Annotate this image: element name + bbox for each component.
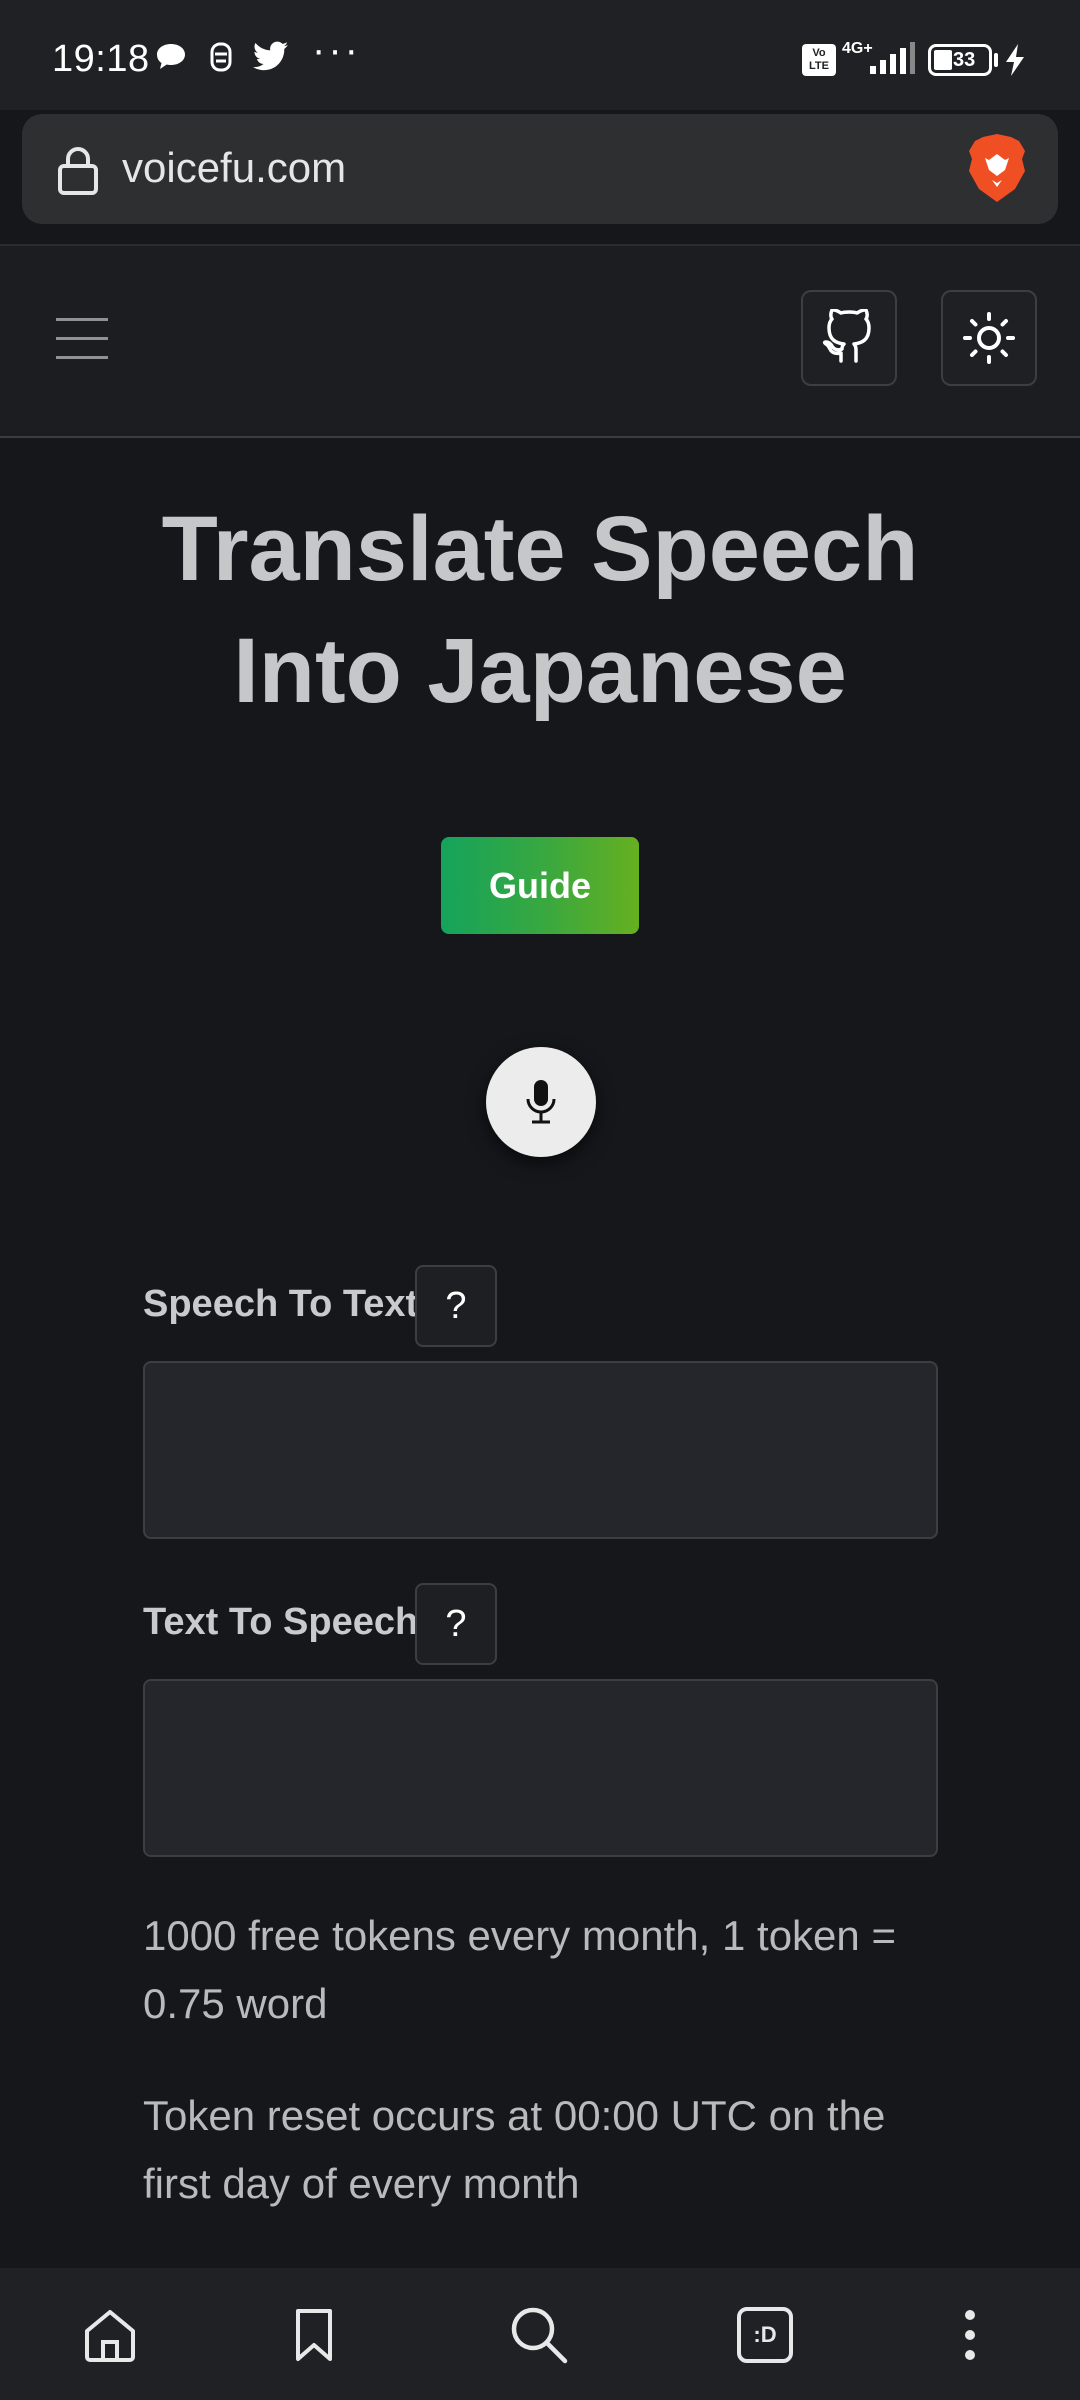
battery-icon: 33: [928, 44, 992, 76]
search-button[interactable]: [504, 2300, 574, 2370]
text-to-speech-field[interactable]: [143, 1679, 938, 1857]
battery-tip: [994, 53, 998, 67]
signal-icon: [870, 42, 915, 74]
bot-icon: [210, 42, 232, 72]
site-header: [0, 246, 1080, 438]
github-icon: [822, 309, 871, 363]
menu-icon[interactable]: [56, 318, 108, 359]
more-menu-button[interactable]: [935, 2300, 1005, 2370]
home-button[interactable]: [75, 2300, 145, 2370]
bookmarks-button[interactable]: [279, 2300, 349, 2370]
speech-to-text-label: Speech To Text: [143, 1283, 419, 1325]
microphone-icon: [526, 1080, 556, 1124]
browser-bottom-nav: :D: [0, 2268, 1080, 2400]
address-bar[interactable]: voicefu.com: [22, 114, 1058, 224]
tokens-info-text: 1000 free tokens every month, 1 token = …: [143, 1912, 896, 2027]
text-to-speech-help-button[interactable]: ?: [415, 1583, 497, 1665]
twitter-icon: [252, 41, 288, 71]
battery-level: 33: [953, 49, 976, 71]
page-title-line-2: Into Japanese: [233, 620, 847, 722]
tabs-label: :D: [753, 2322, 777, 2347]
sun-icon: [963, 312, 1015, 364]
theme-toggle-button[interactable]: [941, 290, 1037, 386]
lock-icon: [58, 147, 98, 195]
home-icon: [85, 2310, 135, 2362]
volte-icon: Vo LTE: [802, 44, 836, 76]
more-vertical-icon: [965, 2310, 975, 2360]
github-button[interactable]: [801, 290, 897, 386]
page-title: Translate Speech Into Japanese: [0, 488, 1080, 732]
guide-button[interactable]: Guide: [441, 837, 639, 934]
token-reset-info-text: Token reset occurs at 00:00 UTC on the f…: [143, 2092, 886, 2207]
url-text[interactable]: voicefu.com: [122, 144, 346, 192]
chat-bubble-icon: [157, 44, 185, 69]
charging-icon: [1006, 44, 1024, 76]
search-icon: [511, 2307, 568, 2364]
tabs-icon: :D: [737, 2307, 793, 2363]
page-title-line-1: Translate Speech: [161, 498, 919, 600]
speech-to-text-help-button[interactable]: ?: [415, 1265, 497, 1347]
more-notifications: ···: [312, 28, 361, 72]
tabs-button[interactable]: :D: [730, 2300, 800, 2370]
bookmark-icon: [296, 2309, 332, 2361]
brave-logo-icon[interactable]: [966, 132, 1028, 204]
microphone-button[interactable]: [486, 1047, 596, 1157]
status-bar: 19:18 ··· Vo LTE 4G+ 33: [0, 0, 1080, 110]
status-time: 19:18: [52, 38, 150, 80]
text-to-speech-label: Text To Speech: [143, 1601, 419, 1643]
speech-to-text-field[interactable]: [143, 1361, 938, 1539]
